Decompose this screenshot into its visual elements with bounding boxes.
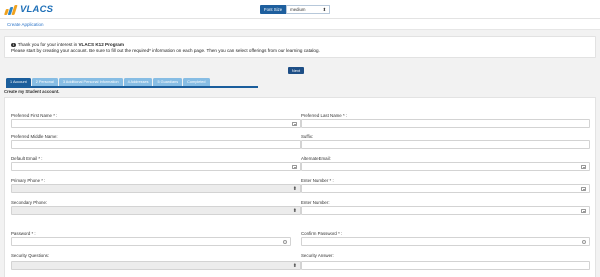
suffix-input[interactable] <box>301 140 590 149</box>
enter-number-label: Enter Number: <box>301 200 330 205</box>
suffix-label: Suffix: <box>301 134 314 139</box>
breadcrumb-bar: Create Application <box>0 19 600 30</box>
select-caret-icon: ⬍ <box>292 185 297 192</box>
font-size-select[interactable]: medium ⬍ <box>286 5 331 14</box>
default-email-input[interactable] <box>11 162 301 171</box>
notice-instructions: Please start by creating your account. B… <box>11 48 320 53</box>
security-questions-label: Security Questions: <box>11 253 50 258</box>
primary-phone-select[interactable]: ⬍ <box>11 184 301 193</box>
font-size-control: Font Size medium ⬍ <box>260 5 331 14</box>
select-caret-icon: ⬍ <box>292 207 297 214</box>
contact-card-icon <box>581 165 586 169</box>
welcome-notice: i Thank you for your interest in VLACS K… <box>4 36 596 58</box>
section-title: Create my Student account. <box>4 89 60 94</box>
tab-additional-personal-information[interactable]: 3 Additional Personal Information <box>58 78 123 86</box>
preferred-first-name-input[interactable] <box>11 119 301 128</box>
default-email-label: Default Email * : <box>11 156 43 161</box>
tab-underline <box>6 86 258 88</box>
primary-phone-label: Primary Phone * : <box>11 178 46 183</box>
security-answer-input[interactable] <box>301 261 590 270</box>
select-caret-icon: ⬍ <box>292 262 297 269</box>
font-size-label: Font Size <box>260 5 287 14</box>
secondary-number-input[interactable] <box>301 206 590 215</box>
password-key-icon <box>582 240 586 245</box>
preferred-last-name-input[interactable] <box>301 119 590 128</box>
notice-program-name: VLACS K12 Program <box>78 42 124 47</box>
account-form: Preferred First Name * : Preferred Last … <box>4 97 596 277</box>
info-icon: i <box>11 42 16 48</box>
alternate-email-label: AlternateEmail: <box>301 156 331 161</box>
select-caret-icon: ⬍ <box>322 7 327 12</box>
contact-card-icon <box>581 187 586 191</box>
next-button[interactable]: Next <box>288 67 304 74</box>
logo-mark-icon <box>4 4 18 15</box>
vlacs-logo[interactable]: VLACS <box>4 3 53 16</box>
security-answer-label: Security Answer: <box>301 253 334 258</box>
top-header: VLACS Font Size medium ⬍ <box>0 0 600 19</box>
security-questions-select[interactable]: ⬍ <box>11 261 301 270</box>
secondary-phone-select[interactable]: ⬍ <box>11 206 301 215</box>
font-size-value: medium <box>290 7 306 12</box>
tab-guardians[interactable]: 5 Guardians <box>153 78 183 86</box>
primary-number-input[interactable] <box>301 184 590 193</box>
contact-card-icon <box>581 209 586 213</box>
password-label: Password * : <box>11 231 36 236</box>
preferred-last-name-label: Preferred Last Name * : <box>301 113 348 118</box>
tab-addresses[interactable]: 4 Addresses <box>123 78 153 86</box>
tab-completed[interactable]: Completed <box>183 78 210 86</box>
logo-text: VLACS <box>20 4 54 15</box>
enter-number-required-label: Enter Number * : <box>301 178 334 183</box>
tab-account[interactable]: 1 Account <box>6 78 31 86</box>
confirm-password-input[interactable] <box>301 237 590 246</box>
preferred-middle-name-input[interactable] <box>11 140 301 149</box>
password-input[interactable] <box>11 237 291 246</box>
notice-intro: Thank you for your interest in <box>17 42 78 47</box>
preferred-middle-name-label: Preferred Middle Name: <box>11 134 58 139</box>
breadcrumb-create-application[interactable]: Create Application <box>7 22 44 27</box>
confirm-password-label: Confirm Password * : <box>301 231 343 236</box>
contact-card-icon <box>292 122 297 126</box>
wizard-tabs: 1 Account 2 Personal 3 Additional Person… <box>6 78 211 86</box>
preferred-first-name-label: Preferred First Name * : <box>11 113 58 118</box>
alternate-email-input[interactable] <box>301 162 590 171</box>
tab-personal[interactable]: 2 Personal <box>31 78 58 86</box>
password-key-icon <box>283 240 287 245</box>
contact-card-icon <box>292 165 297 169</box>
secondary-phone-label: Secondary Phone: <box>11 200 48 205</box>
